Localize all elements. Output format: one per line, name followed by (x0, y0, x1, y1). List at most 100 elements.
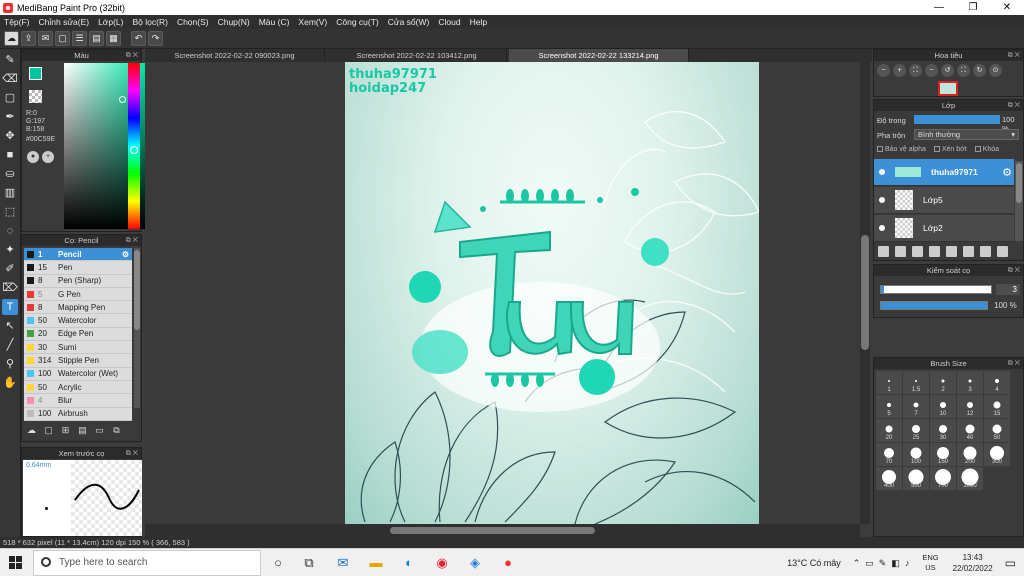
text-tool-icon[interactable]: T (2, 299, 18, 315)
brush-item[interactable]: 8 Pen (Sharp) (24, 274, 132, 288)
pen-tool-icon[interactable]: ✒ (2, 109, 18, 125)
file-explorer-icon[interactable]: ▬ (366, 553, 386, 573)
zoom-in-icon[interactable]: + (893, 64, 906, 77)
brush-size-option[interactable]: 200 (957, 443, 983, 466)
rect-tool-icon[interactable]: ▢ (2, 90, 18, 106)
layer-item-thuha97971[interactable]: thuha97971 ⚙ (874, 159, 1014, 186)
page-list-icon[interactable]: ☰ (72, 31, 87, 46)
brush-opacity-slider[interactable] (880, 301, 988, 310)
menu-help[interactable]: Help (470, 17, 487, 27)
canvas-vertical-scrollbar[interactable] (860, 62, 870, 524)
canvas-horizontal-scrollbar[interactable] (145, 524, 860, 537)
layer-folder-icon[interactable] (946, 246, 957, 257)
edge-icon[interactable]: ◐ (399, 553, 419, 573)
reset-view-icon[interactable]: ⊙ (989, 64, 1002, 77)
brush-size-option[interactable]: 1.5 (903, 371, 929, 394)
rotate-right-icon[interactable]: ↻ (973, 64, 986, 77)
add-layer-menu-icon[interactable] (929, 246, 940, 257)
taskbar-search-box[interactable]: Type here to search (33, 550, 261, 576)
rotate-left-icon[interactable]: ↺ (941, 64, 954, 77)
brush-size-option[interactable]: 500 (903, 467, 929, 490)
delete-layer-icon[interactable] (997, 246, 1008, 257)
taskbar-clock[interactable]: 13:43 22/02/2022 (953, 552, 993, 574)
add-brush-icon[interactable]: ⊞ (59, 425, 72, 437)
brush-size-option[interactable]: 4 (984, 371, 1010, 394)
panel-close-icon[interactable]: ⧉ ✕ (1008, 265, 1020, 276)
brush-item[interactable]: 100 Watercolor (Wet) (24, 367, 132, 381)
duplicate-brush-icon[interactable]: ⧉ (110, 425, 123, 437)
eye-icon[interactable] (879, 225, 885, 231)
gradient-tool-icon[interactable]: ▥ (2, 185, 18, 201)
undo-icon[interactable]: ↶ (131, 31, 146, 46)
page-settings-icon[interactable]: ▤ (89, 31, 104, 46)
cloud-brush-icon[interactable]: ☁ (25, 425, 38, 437)
brush-item[interactable]: 8 Mapping Pen (24, 301, 132, 315)
canvas-area[interactable]: thuha97971 hoidap247 (145, 62, 860, 524)
brush-item[interactable]: 15 Pen (24, 261, 132, 275)
new-layer-icon[interactable] (878, 246, 889, 257)
new-brush-icon[interactable]: ▢ (42, 425, 55, 437)
layer-list-scrollbar[interactable] (1015, 161, 1023, 241)
windows-start-icon[interactable] (9, 556, 22, 569)
chrome-icon[interactable]: ◉ (432, 553, 452, 573)
panel-close-icon[interactable]: ⧉ ✕ (126, 448, 138, 459)
foreground-color-swatch[interactable] (29, 67, 42, 80)
magic-wand-tool-icon[interactable]: ✦ (2, 242, 18, 258)
palette-icon[interactable]: ● (27, 151, 39, 163)
brush-size-option[interactable]: 400 (876, 467, 902, 490)
menu-layer[interactable]: Lớp(L) (98, 17, 123, 27)
minimize-button[interactable]: — (922, 0, 956, 15)
upload-icon[interactable]: ⇪ (21, 31, 36, 46)
lasso-tool-icon[interactable]: ◌ (2, 223, 18, 239)
tab-document-3[interactable]: Screenshot 2022-02-22 133214.png (509, 49, 689, 62)
eyedropper-tool-icon[interactable]: ⚲ (2, 356, 18, 372)
hand-tool-icon[interactable]: ✋ (2, 375, 18, 391)
brush-item[interactable]: 1 Pencil ⚙ (24, 248, 132, 262)
brush-size-option[interactable]: 40 (957, 419, 983, 442)
layer-opacity-slider[interactable] (914, 115, 1000, 124)
brush-item[interactable]: 100 Airbrush (24, 407, 132, 421)
panel-close-icon[interactable]: ⧉ ✕ (126, 50, 138, 61)
operation-tool-icon[interactable]: ↖ (2, 318, 18, 334)
brush-size-option[interactable]: 20 (876, 419, 902, 442)
gear-icon[interactable]: ⚙ (122, 250, 129, 259)
eraser-tool-icon[interactable]: ⌫ (2, 71, 18, 87)
new-8bit-layer-icon[interactable] (912, 246, 923, 257)
zalo-icon[interactable]: ◈ (465, 553, 485, 573)
panel-close-icon[interactable]: ⧉ ✕ (1008, 100, 1020, 111)
layer-item-lop5[interactable]: Lớp5 (874, 187, 1014, 214)
panel-close-icon[interactable]: ⧉ ✕ (1008, 50, 1020, 61)
fill-rect-tool-icon[interactable]: ■ (2, 147, 18, 163)
cortana-icon[interactable]: ○ (268, 553, 288, 573)
brush-item[interactable]: 4 Blur (24, 394, 132, 408)
select-tool-icon[interactable]: ⬚ (2, 204, 18, 220)
divide-tool-icon[interactable]: ╱ (2, 337, 18, 353)
brush-item[interactable]: 5 G Pen (24, 287, 132, 302)
comment-icon[interactable]: ✉ (38, 31, 53, 46)
lock-checkbox[interactable]: Khóa (974, 146, 999, 153)
move-tool-icon[interactable]: ✥ (2, 128, 18, 144)
menu-file[interactable]: Tệp(F) (4, 17, 30, 27)
grid-icon[interactable]: ▦ (106, 31, 121, 46)
correction-slider[interactable] (880, 285, 992, 294)
task-view-icon[interactable]: ⧉ (299, 553, 319, 573)
brush-folder-icon[interactable]: ▭ (93, 425, 106, 437)
menu-tools[interactable]: Công cụ(T) (336, 17, 379, 27)
brush-item[interactable]: 30 Sumi (24, 341, 132, 355)
cloud-icon[interactable]: ☁ (4, 31, 19, 46)
eye-icon[interactable] (879, 197, 885, 203)
hue-slider-handle[interactable] (130, 146, 138, 154)
brush-size-option[interactable]: 300 (984, 443, 1010, 466)
menu-color[interactable]: Màu (C) (259, 17, 290, 27)
brush-size-option[interactable]: 25 (903, 419, 929, 442)
mail-icon[interactable]: ✉ (333, 553, 353, 573)
artwork-canvas[interactable]: thuha97971 hoidap247 (345, 62, 759, 524)
brush-size-option[interactable]: 5 (876, 395, 902, 418)
tab-document-2[interactable]: Screenshot 2022-02-22 103412.png (327, 49, 507, 62)
brush-list-scrollbar[interactable] (134, 248, 140, 408)
notification-icon[interactable]: ▭ (1005, 556, 1016, 570)
tray-icons[interactable]: ⌃▭✎◧♪ (853, 558, 915, 569)
brush-size-option[interactable]: 10 (930, 395, 956, 418)
brush-item[interactable]: 20 Edge Pen (24, 327, 132, 342)
duplicate-layer-icon[interactable] (963, 246, 974, 257)
